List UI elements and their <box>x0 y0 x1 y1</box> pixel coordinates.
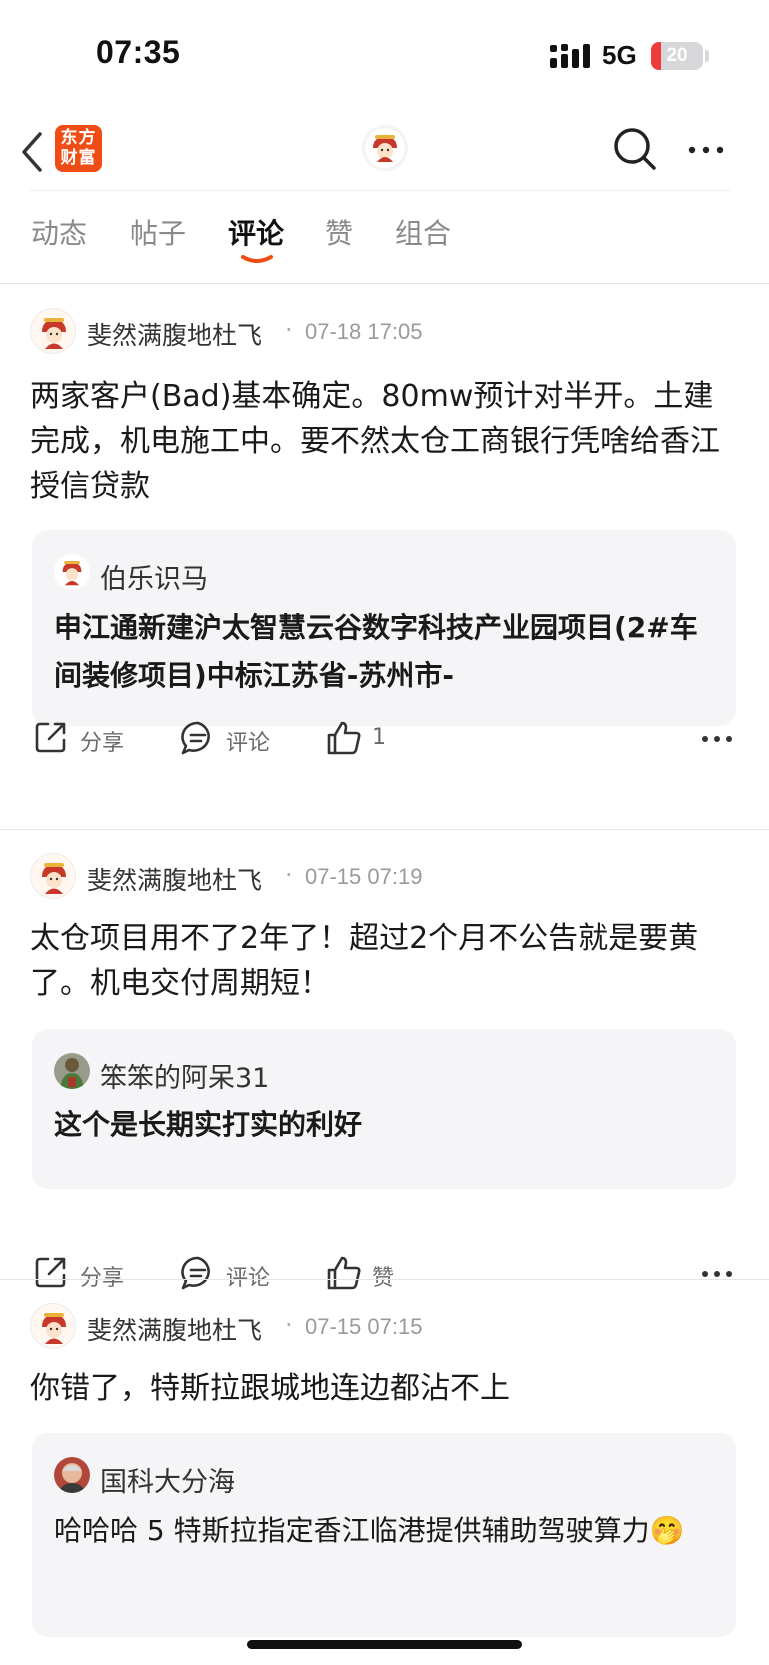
avatar-fortune-god-icon <box>42 318 66 349</box>
avatar-portrait-icon <box>54 1457 90 1493</box>
tab-bar: 动态 帖子 评论 赞 组合 <box>0 200 769 280</box>
avatar[interactable] <box>54 1457 90 1493</box>
quote-text: 哈哈哈 5 特斯拉指定香江临港提供辅助驾驶算力🤭 <box>54 1507 714 1555</box>
nav-bar: 东方 财富 <box>0 110 769 192</box>
avatar-fortune-god-icon <box>62 561 82 586</box>
avatar-fortune-god-icon <box>42 863 66 894</box>
timestamp: 07-18 17:05 <box>305 319 423 344</box>
share-icon <box>35 722 66 753</box>
tab-dynamic[interactable]: 动态 <box>31 212 87 252</box>
quoted-post[interactable]: 国科大分海 哈哈哈 5 特斯拉指定香江临港提供辅助驾驶算力🤭 <box>32 1433 736 1637</box>
status-bar: 07:35 5G 20 <box>0 0 769 110</box>
username[interactable]: 斐然满腹地杜飞 <box>87 861 262 897</box>
network-type: 5G <box>602 40 637 70</box>
avatar[interactable] <box>30 1303 76 1349</box>
like-count: 1 <box>372 725 386 750</box>
quoted-post[interactable]: 笨笨的阿呆31 这个是长期实打实的利好 <box>32 1029 736 1189</box>
quote-author[interactable]: 笨笨的阿呆31 <box>100 1056 269 1095</box>
search-icon[interactable] <box>612 126 658 172</box>
comment-icon <box>181 1256 210 1290</box>
action-bar: 分享 评论 1 <box>0 714 769 764</box>
comment-header: 斐然满腹地杜飞 · 07-15 07:19 <box>30 853 730 901</box>
nav-divider <box>30 190 730 191</box>
username[interactable]: 斐然满腹地杜飞 <box>87 1311 262 1347</box>
quoted-post[interactable]: 伯乐识马 申江通新建沪太智慧云谷数字科技产业园项目(2#车间装修项目)中标江苏省… <box>32 530 736 726</box>
action-bar: 分享 评论 赞 <box>0 1249 769 1299</box>
battery-icon: 20 <box>651 42 703 70</box>
comment-text[interactable]: 你错了，特斯拉跟城地连边都沾不上 <box>30 1366 740 1411</box>
comment-label: 评论 <box>226 731 271 756</box>
active-tab-indicator <box>241 255 273 263</box>
comment-header: 斐然满腹地杜飞 · 07-15 07:15 <box>30 1303 730 1351</box>
timestamp: 07-15 07:19 <box>305 864 423 889</box>
comment-icon <box>181 721 210 755</box>
comment-card: 斐然满腹地杜飞 · 07-18 17:05 两家客户(Bad)基本确定。80mw… <box>0 308 769 828</box>
avatar[interactable] <box>30 308 76 354</box>
separator-dot: · <box>285 861 293 889</box>
back-icon[interactable] <box>18 130 48 174</box>
logo-line2: 财富 <box>60 148 97 168</box>
quote-author[interactable]: 国科大分海 <box>100 1460 235 1499</box>
share-icon <box>35 1257 66 1288</box>
divider <box>0 1279 769 1280</box>
divider <box>0 829 769 830</box>
thumbs-up-icon <box>327 721 361 755</box>
status-time: 07:35 <box>96 34 181 70</box>
thumbs-up-icon <box>327 1256 361 1290</box>
timestamp: 07-15 07:15 <box>305 1314 423 1339</box>
comment-card: 斐然满腹地杜飞 · 07-15 07:15 你错了，特斯拉跟城地连边都沾不上 国… <box>0 1303 769 1643</box>
divider <box>0 283 769 284</box>
battery-nub <box>705 50 709 62</box>
comment-text[interactable]: 两家客户(Bad)基本确定。80mw预计对半开。土建完成，机电施工中。要不然太仓… <box>30 374 740 509</box>
comment-header: 斐然满腹地杜飞 · 07-18 17:05 <box>30 308 730 356</box>
avatar-warrior-icon <box>54 1053 90 1089</box>
quote-text-content: 哈哈哈 5 特斯拉指定香江临港提供辅助驾驶算力 <box>54 1514 650 1547</box>
more-icon[interactable] <box>686 140 726 160</box>
quote-text: 这个是长期实打实的利好 <box>54 1108 363 1141</box>
separator-dot: · <box>285 316 293 344</box>
like-label: 赞 <box>372 1266 395 1291</box>
comment-card: 斐然满腹地杜飞 · 07-15 07:19 太仓项目用不了2年了！超过2个月不公… <box>0 853 769 1291</box>
tab-posts[interactable]: 帖子 <box>130 212 186 252</box>
share-label: 分享 <box>80 1266 125 1291</box>
quote-text: 申江通新建沪太智慧云谷数字科技产业园项目(2#车间装修项目)中标江苏省-苏州市- <box>54 611 698 692</box>
comment-text[interactable]: 太仓项目用不了2年了！超过2个月不公告就是要黄了。机电交付周期短！ <box>30 916 740 1006</box>
quote-author[interactable]: 伯乐识马 <box>100 557 208 596</box>
avatar-fortune-god-icon <box>42 1313 66 1344</box>
tab-likes[interactable]: 赞 <box>325 212 353 252</box>
share-label: 分享 <box>80 731 125 756</box>
battery-level: 20 <box>666 45 688 66</box>
avatar[interactable] <box>54 554 90 590</box>
avatar[interactable] <box>54 1053 90 1089</box>
covering-mouth-emoji-icon: 🤭 <box>649 1514 685 1547</box>
tab-portfolio[interactable]: 组合 <box>395 212 451 252</box>
tab-comments[interactable]: 评论 <box>228 212 284 252</box>
avatar[interactable] <box>30 853 76 899</box>
username[interactable]: 斐然满腹地杜飞 <box>87 316 262 352</box>
home-indicator <box>247 1640 522 1649</box>
logo-line1: 东方 <box>60 128 97 148</box>
more-icon[interactable] <box>700 732 734 746</box>
separator-dot: · <box>285 1311 293 1339</box>
signal-icon <box>550 44 590 68</box>
avatar[interactable] <box>361 124 409 172</box>
app-logo[interactable]: 东方 财富 <box>55 125 102 172</box>
comment-label: 评论 <box>226 1266 271 1291</box>
